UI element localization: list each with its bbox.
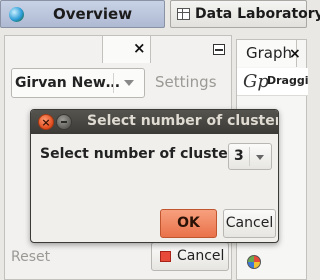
dialog-titlebar[interactable]: × Select number of clusters xyxy=(31,110,279,134)
algorithm-select[interactable]: Girvan New… xyxy=(11,68,145,98)
tab-data-laboratory-label: Data Laboratory xyxy=(195,6,320,22)
drag-tool-icon[interactable]: Gp xyxy=(243,71,269,92)
cancel-run-label: Cancel xyxy=(177,248,225,264)
select-divider xyxy=(249,147,250,166)
drag-tool-label: Draggi xyxy=(267,74,309,87)
tab-graph[interactable]: Graph xyxy=(237,40,297,67)
table-icon xyxy=(177,8,190,20)
palette-icon[interactable] xyxy=(247,255,261,269)
panel-tab[interactable]: × xyxy=(102,36,151,63)
tab-overview-label: Overview xyxy=(53,5,133,23)
cancel-run-button[interactable]: Cancel xyxy=(151,242,229,271)
select-clusters-dialog: × Select number of clusters Select numbe… xyxy=(30,109,279,243)
minimize-icon[interactable] xyxy=(56,114,72,130)
globe-icon xyxy=(9,7,24,22)
close-icon[interactable]: × xyxy=(133,39,146,57)
chevron-down-icon xyxy=(124,80,134,86)
ok-button[interactable]: OK xyxy=(160,209,217,238)
dialog-title: Select number of clusters xyxy=(87,113,279,129)
select-divider xyxy=(113,73,114,93)
close-icon[interactable]: × xyxy=(38,114,54,130)
cancel-button-label: Cancel xyxy=(225,215,274,231)
algorithm-select-value: Girvan New… xyxy=(15,75,120,91)
tab-graph-label: Graph xyxy=(246,44,293,62)
close-icon[interactable]: × xyxy=(289,46,301,62)
tab-overview[interactable]: Overview xyxy=(0,0,165,28)
chevron-down-icon xyxy=(256,155,264,160)
clusters-select[interactable]: 3 xyxy=(228,143,272,170)
stop-icon xyxy=(160,251,171,262)
clusters-field-label: Select number of clusters xyxy=(40,146,243,162)
tab-data-laboratory[interactable]: Data Laboratory xyxy=(170,0,320,28)
graph-toolbar: Gp Draggi xyxy=(237,68,309,96)
cancel-button[interactable]: Cancel xyxy=(223,209,276,238)
reset-button[interactable]: Reset xyxy=(11,249,50,265)
ok-button-label: OK xyxy=(177,215,200,231)
minimize-icon[interactable] xyxy=(213,44,225,55)
clusters-select-value: 3 xyxy=(234,148,244,164)
settings-button[interactable]: Settings xyxy=(155,73,217,91)
